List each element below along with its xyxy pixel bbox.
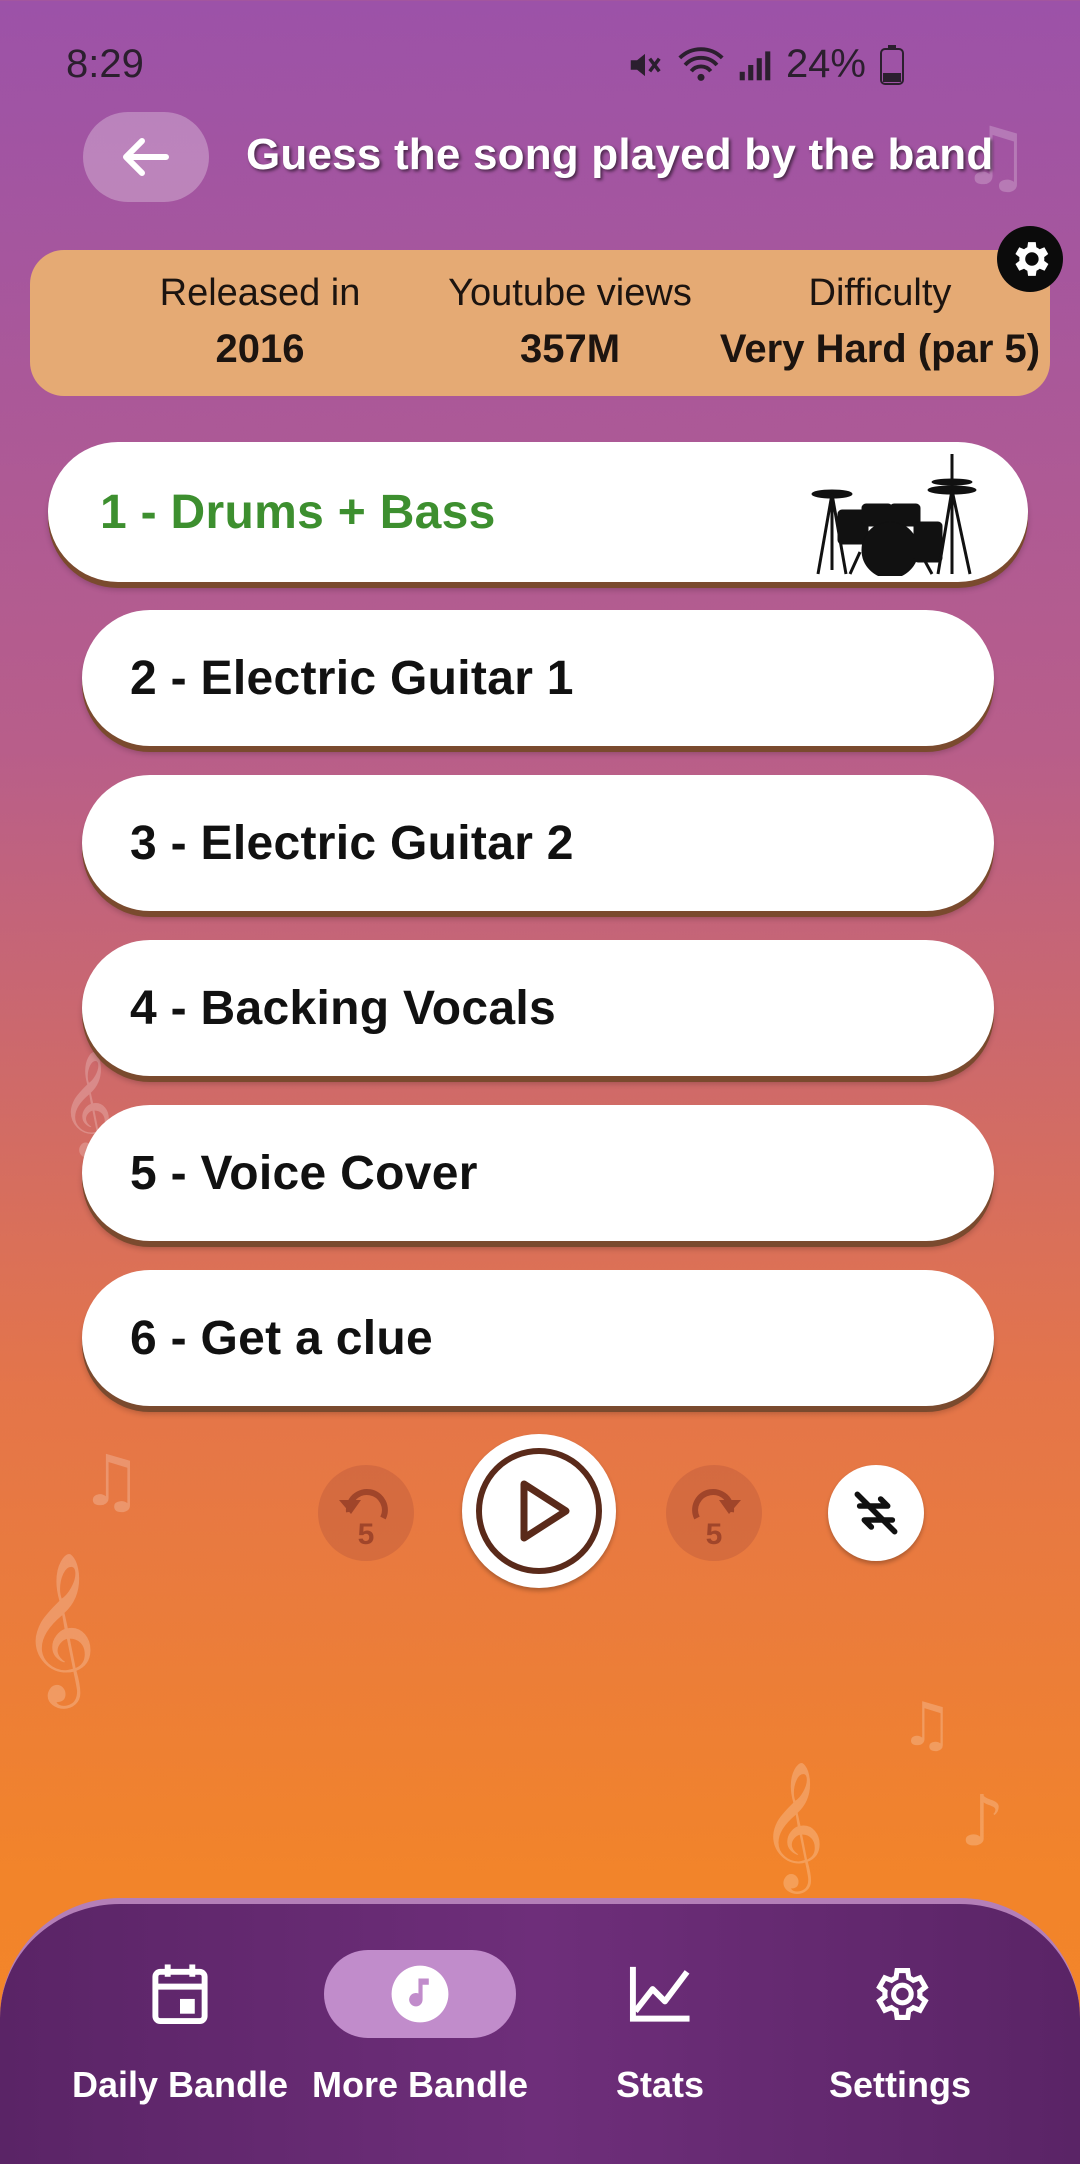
release-info: Released in 2016 bbox=[100, 272, 420, 372]
play-icon bbox=[476, 1448, 602, 1574]
released-value: 2016 bbox=[215, 327, 305, 371]
nav-label: Stats bbox=[615, 2064, 705, 2105]
stem-label: 6 - Get a clue bbox=[130, 1311, 433, 1365]
wifi-icon bbox=[678, 46, 724, 84]
forward-seconds: 5 bbox=[706, 1518, 723, 1548]
stem-label: 4 - Backing Vocals bbox=[130, 981, 557, 1035]
nav-label: Daily Bandle bbox=[71, 2064, 289, 2105]
chart-icon bbox=[540, 1950, 780, 2038]
stem-button-2[interactable]: 2 - Electric Guitar 1 bbox=[82, 610, 994, 746]
stem-button-5[interactable]: 5 - Voice Cover bbox=[82, 1105, 994, 1241]
stem-label: 1 - Drums + Bass bbox=[100, 485, 496, 539]
nav-label: Settings bbox=[828, 2064, 971, 2105]
drum-kit-icon bbox=[811, 454, 977, 576]
stem-button-3[interactable]: 3 - Electric Guitar 2 bbox=[82, 775, 994, 911]
rewind-5-button[interactable]: 5 bbox=[318, 1465, 414, 1561]
nav-more-bandle[interactable]: More Bandle bbox=[300, 1950, 540, 2106]
views-info: Youtube views 357M bbox=[400, 272, 740, 372]
forward-icon: 5 bbox=[692, 1489, 741, 1548]
stem-label: 3 - Electric Guitar 2 bbox=[130, 816, 574, 870]
decorative-note: ♪ bbox=[960, 1780, 1005, 1862]
signal-icon bbox=[738, 48, 772, 82]
back-button[interactable] bbox=[83, 112, 209, 202]
gear-icon bbox=[1015, 242, 1049, 276]
battery-icon bbox=[880, 44, 904, 85]
decorative-note: ♫ bbox=[80, 1440, 143, 1522]
stem-button-6[interactable]: 6 - Get a clue bbox=[82, 1270, 994, 1406]
views-value: 357M bbox=[519, 327, 621, 371]
stem-label: 5 - Voice Cover bbox=[130, 1146, 478, 1200]
gear-icon bbox=[780, 1950, 1020, 2038]
song-info-card: Released in 2016 Youtube views 357M Diff… bbox=[30, 250, 1050, 396]
repeat-off-button[interactable] bbox=[828, 1465, 924, 1561]
difficulty-info: Difficulty Very Hard (par 5) bbox=[695, 272, 1065, 372]
status-time: 8:29 bbox=[66, 42, 144, 86]
play-button[interactable] bbox=[462, 1434, 616, 1588]
released-label: Released in bbox=[159, 272, 361, 314]
stem-button-4[interactable]: 4 - Backing Vocals bbox=[82, 940, 994, 1076]
nav-daily-bandle[interactable]: Daily Bandle bbox=[60, 1950, 300, 2106]
status-icons: 24% bbox=[626, 42, 904, 87]
mute-icon bbox=[626, 46, 664, 84]
nav-label: More Bandle bbox=[311, 2064, 529, 2105]
views-label: Youtube views bbox=[448, 272, 692, 314]
forward-5-button[interactable]: 5 bbox=[666, 1465, 762, 1561]
music-note-icon bbox=[324, 1950, 516, 2038]
info-settings-button[interactable] bbox=[997, 226, 1063, 292]
calendar-icon bbox=[60, 1950, 300, 2038]
stem-label: 2 - Electric Guitar 1 bbox=[130, 651, 574, 705]
difficulty-value: Very Hard (par 5) bbox=[719, 327, 1041, 371]
decorative-note: ♫ bbox=[900, 1690, 954, 1760]
rewind-seconds: 5 bbox=[358, 1518, 375, 1548]
nav-settings[interactable]: Settings bbox=[780, 1950, 1020, 2106]
repeat-off-icon bbox=[854, 1491, 898, 1535]
arrow-left-icon bbox=[123, 138, 169, 176]
page-title: Guess the song played by the band bbox=[246, 130, 994, 179]
decorative-treble-clef: 𝄞 bbox=[20, 1550, 97, 1702]
stem-button-1[interactable]: 1 - Drums + Bass bbox=[48, 442, 1028, 582]
rewind-icon: 5 bbox=[339, 1489, 388, 1548]
battery-percent: 24% bbox=[785, 42, 866, 86]
nav-stats[interactable]: Stats bbox=[540, 1950, 780, 2106]
decorative-treble-clef: 𝄞 bbox=[760, 1760, 826, 1888]
